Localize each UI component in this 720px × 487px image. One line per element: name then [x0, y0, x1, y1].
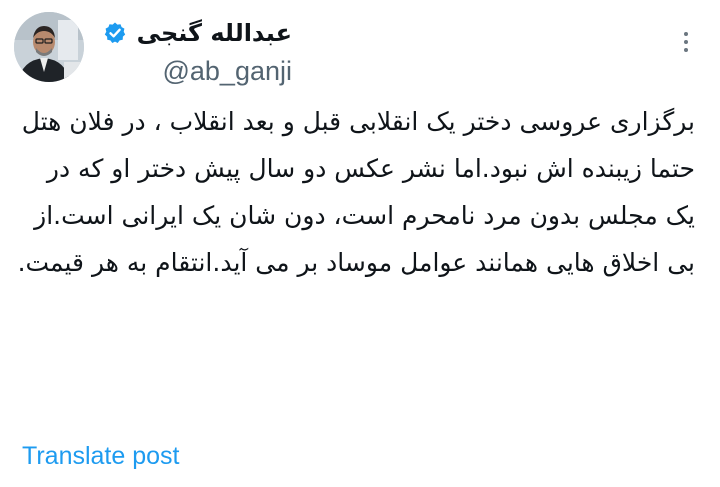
avatar-photo	[14, 12, 84, 82]
more-options-button[interactable]	[672, 28, 700, 56]
more-horizontal-icon	[684, 40, 688, 44]
verified-badge-icon	[104, 22, 125, 43]
author-handle[interactable]: @ab_ganji	[162, 58, 292, 85]
post-text: برگزاری عروسی دختر یک انقلابی قبل و بعد …	[17, 107, 695, 277]
more-horizontal-icon	[684, 48, 688, 52]
author-name-row: عبدالله گنجی	[103, 12, 292, 54]
author-block[interactable]: عبدالله گنجی @ab_ganji	[103, 12, 292, 85]
translate-post-link[interactable]: Translate post	[22, 444, 179, 469]
avatar[interactable]	[14, 12, 84, 82]
author-display-name[interactable]: عبدالله گنجی	[137, 21, 292, 45]
post-card: عبدالله گنجی @ab_ganji برگزاری عروسی دخت…	[0, 0, 720, 487]
more-horizontal-icon	[684, 32, 688, 36]
